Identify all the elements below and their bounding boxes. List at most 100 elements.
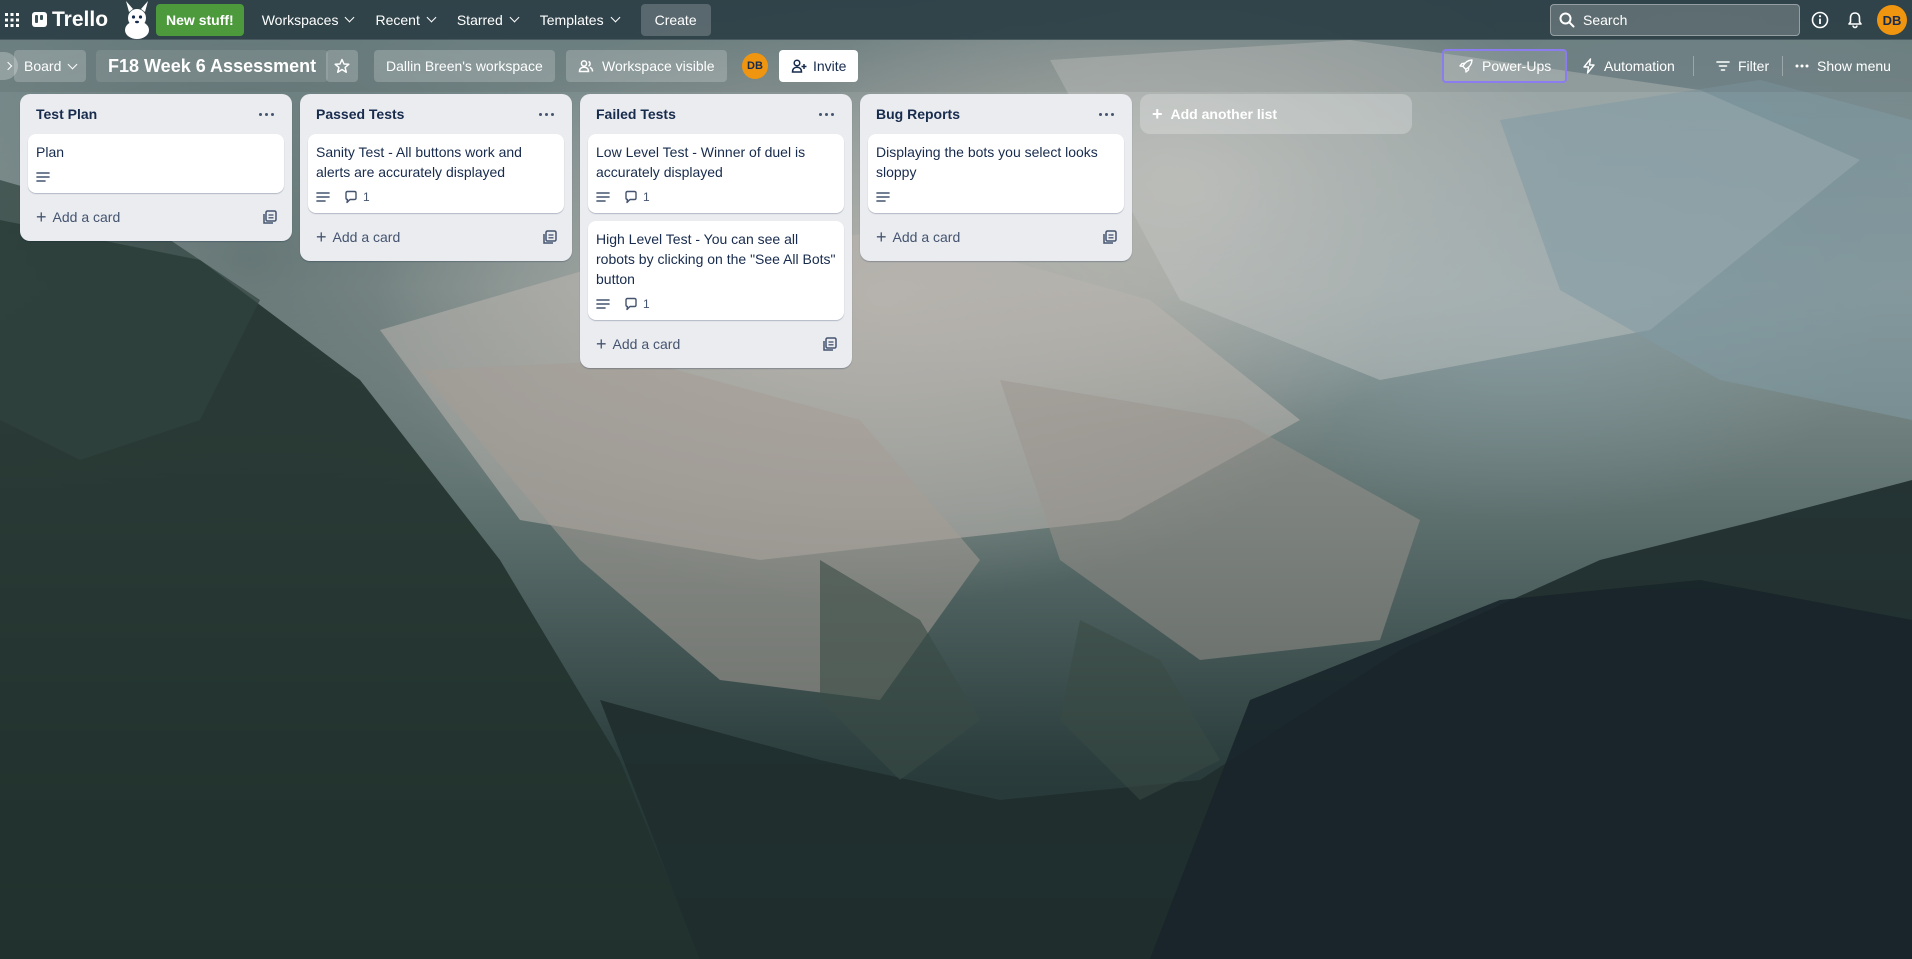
chevron-down-icon	[67, 59, 78, 69]
workspace-button[interactable]: Dallin Breen's workspace	[374, 50, 555, 82]
nav-recent-label: Recent	[375, 11, 420, 28]
automation-label: Automation	[1604, 58, 1675, 74]
create-from-template-icon[interactable]	[822, 336, 838, 352]
search-icon	[1559, 12, 1575, 28]
board-header: Board F18 Week 6 Assessment Dallin Breen…	[0, 40, 1912, 92]
search-input[interactable]	[1583, 12, 1783, 28]
add-list-button[interactable]: + Add another list	[1140, 94, 1412, 134]
power-ups-button[interactable]: Power-Ups	[1442, 49, 1568, 83]
add-card-button[interactable]: + Add a card	[36, 207, 120, 227]
card-title: Displaying the bots you select looks slo…	[876, 144, 1098, 180]
plus-icon: +	[596, 334, 607, 354]
more-horizontal-icon	[1795, 64, 1809, 68]
comment-icon	[345, 190, 357, 204]
create-button[interactable]: Create	[640, 3, 711, 36]
list-title[interactable]: Failed Tests	[596, 106, 676, 122]
nav-starred[interactable]: Starred	[447, 4, 528, 36]
new-stuff-button[interactable]: New stuff!	[156, 3, 244, 36]
show-menu-button[interactable]: Show menu	[1787, 50, 1899, 82]
add-card-row: + Add a card	[588, 328, 844, 360]
comments-badge: 1	[344, 190, 370, 204]
nav-recent[interactable]: Recent	[365, 4, 444, 36]
card[interactable]: High Level Test - You can see all robots…	[588, 221, 844, 320]
list-title[interactable]: Passed Tests	[316, 106, 404, 122]
chevron-down-icon	[509, 12, 520, 23]
add-card-label: Add a card	[332, 229, 401, 245]
create-from-template-icon[interactable]	[542, 229, 558, 245]
header-divider	[1782, 56, 1783, 76]
nav-menu: Workspaces Recent Starred Templates	[252, 4, 629, 36]
add-list-label: Add another list	[1170, 106, 1278, 122]
header-divider	[1693, 56, 1694, 76]
description-icon	[596, 298, 610, 310]
add-card-row: + Add a card	[868, 221, 1124, 253]
board-canvas: Test Plan Plan + Add a card Passed Tests…	[0, 92, 1912, 959]
list-header: Passed Tests	[308, 94, 564, 134]
filter-button[interactable]: Filter	[1706, 50, 1779, 82]
list-passed-tests: Passed Tests Sanity Test - All buttons w…	[300, 94, 572, 261]
invite-button[interactable]: Invite	[779, 50, 859, 82]
add-card-row: + Add a card	[28, 201, 284, 233]
power-ups-label: Power-Ups	[1482, 58, 1552, 74]
create-from-template-icon[interactable]	[262, 209, 278, 225]
list-actions-icon[interactable]	[252, 102, 280, 126]
create-from-template-icon[interactable]	[1102, 229, 1118, 245]
card[interactable]: Plan	[28, 134, 284, 193]
search-box[interactable]	[1550, 4, 1800, 36]
add-person-icon	[791, 59, 807, 73]
comments-badge: 1	[624, 190, 650, 204]
visibility-button[interactable]: Workspace visible	[566, 50, 727, 82]
list-actions-icon[interactable]	[1092, 102, 1120, 126]
notifications-bell-icon[interactable]	[1843, 8, 1867, 32]
chevron-right-icon	[3, 61, 12, 71]
star-icon	[334, 58, 350, 73]
description-icon	[596, 191, 610, 203]
plus-icon: +	[316, 227, 327, 247]
filter-icon	[1716, 61, 1730, 71]
comment-count: 1	[643, 297, 650, 311]
add-card-button[interactable]: + Add a card	[596, 334, 681, 354]
board-view-label: Board	[24, 58, 62, 74]
app-switcher-icon[interactable]	[0, 8, 24, 32]
board-title[interactable]: F18 Week 6 Assessment	[96, 50, 329, 82]
board-view-switcher[interactable]: Board	[14, 50, 87, 82]
card-badges: 1	[596, 294, 836, 314]
nav-workspaces[interactable]: Workspaces	[252, 4, 364, 36]
add-card-button[interactable]: + Add a card	[316, 227, 401, 247]
user-avatar[interactable]: DB	[1877, 5, 1907, 35]
chevron-down-icon	[426, 12, 437, 23]
list-actions-icon[interactable]	[812, 102, 840, 126]
plus-icon: +	[36, 207, 47, 227]
card[interactable]: Low Level Test - Winner of duel is accur…	[588, 134, 844, 213]
trello-logo-icon	[32, 12, 47, 27]
list-header: Test Plan	[28, 94, 284, 134]
star-board-button[interactable]	[326, 50, 358, 82]
list-failed-tests: Failed Tests Low Level Test - Winner of …	[580, 94, 852, 368]
show-menu-label: Show menu	[1817, 58, 1891, 74]
nav-templates[interactable]: Templates	[530, 4, 629, 36]
list-title[interactable]: Bug Reports	[876, 106, 960, 122]
plus-icon: +	[876, 227, 887, 247]
card-title: Sanity Test - All buttons work and alert…	[316, 144, 522, 180]
card-title: Low Level Test - Winner of duel is accur…	[596, 144, 806, 180]
comment-count: 1	[643, 190, 650, 204]
card[interactable]: Sanity Test - All buttons work and alert…	[308, 134, 564, 213]
add-card-button[interactable]: + Add a card	[876, 227, 960, 247]
nav-templates-label: Templates	[539, 11, 604, 28]
comment-icon	[625, 190, 637, 204]
trello-logo[interactable]: Trello	[32, 8, 108, 32]
description-icon	[36, 171, 50, 183]
add-card-label: Add a card	[612, 336, 681, 352]
chevron-down-icon	[610, 12, 621, 23]
card[interactable]: Displaying the bots you select looks slo…	[868, 134, 1124, 213]
board-member-avatar[interactable]: DB	[742, 53, 768, 79]
brand-name: Trello	[52, 7, 109, 31]
list-actions-icon[interactable]	[532, 102, 560, 126]
list-title[interactable]: Test Plan	[36, 106, 97, 122]
automation-button[interactable]: Automation	[1572, 50, 1685, 82]
comments-badge: 1	[624, 297, 650, 311]
information-icon[interactable]	[1808, 8, 1832, 32]
card-badges	[876, 187, 1116, 207]
list-header: Bug Reports	[868, 94, 1124, 134]
rocket-icon	[1459, 59, 1473, 73]
